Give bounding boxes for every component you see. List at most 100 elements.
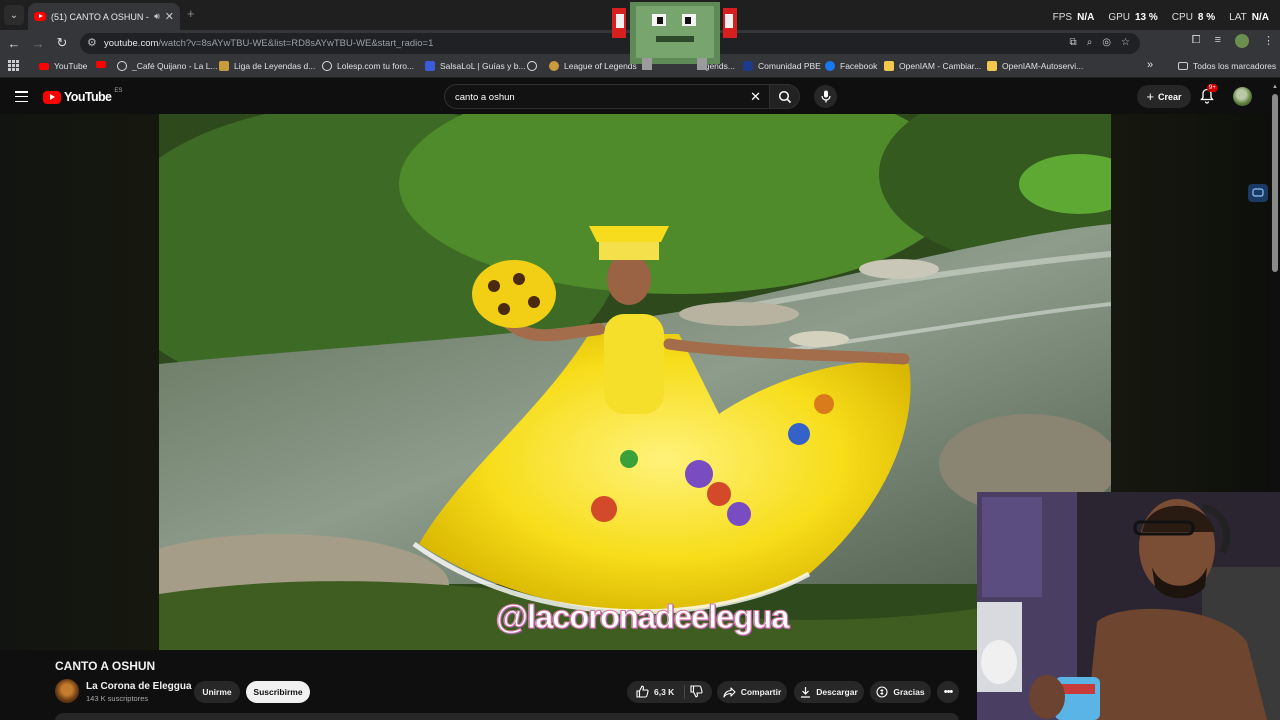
- like-divider: [684, 685, 685, 699]
- search-input[interactable]: canto a oshun ✕: [444, 84, 770, 109]
- address-bar[interactable]: ⚙︎ youtube.com/watch?v=8sAYwTBU-WE&list=…: [80, 33, 1140, 54]
- super-thanks-icon: [876, 686, 888, 698]
- notifications-button[interactable]: 9+: [1200, 84, 1218, 104]
- thumbs-up-icon: [636, 685, 649, 698]
- youtube-wordmark: YouTube: [64, 90, 112, 104]
- performance-overlay: FPS N/A GPU 13 % CPU 8 % LAT N/A: [1053, 12, 1269, 23]
- chat-bubble-icon: [1252, 188, 1264, 197]
- video-player[interactable]: @lacoronadeelegua: [159, 114, 1111, 650]
- create-button[interactable]: + Crear: [1137, 85, 1191, 108]
- thanks-button[interactable]: Gracias: [870, 681, 931, 703]
- search-button[interactable]: [770, 84, 800, 109]
- reload-icon[interactable]: ↻: [53, 34, 71, 52]
- clear-search-icon[interactable]: ✕: [750, 89, 761, 105]
- forward-arrow-icon[interactable]: →: [29, 34, 47, 52]
- subscribe-button[interactable]: Suscribirme: [246, 681, 310, 703]
- bookmark-lolesp[interactable]: Lolesp.com tu foro...: [322, 61, 414, 71]
- openiam-icon: [884, 61, 894, 71]
- channel-name[interactable]: La Corona de Eleggua: [86, 681, 192, 692]
- bookmark-globe[interactable]: [527, 61, 537, 71]
- tab-title: (51) CANTO A OSHUN - YouTube: [51, 11, 149, 22]
- openiam-icon: [987, 61, 997, 71]
- pbe-icon: [743, 61, 753, 71]
- youtube-logo[interactable]: YouTube ES: [43, 88, 123, 104]
- translate-extension-icon[interactable]: [1248, 184, 1268, 202]
- share-button[interactable]: Compartir: [717, 681, 787, 703]
- download-button[interactable]: Descargar: [794, 681, 864, 703]
- video-frame: [159, 114, 1111, 650]
- youtube-icon: [96, 61, 106, 68]
- chrome-menu-icon[interactable]: ⋮: [1263, 34, 1274, 48]
- tab-search-button[interactable]: ⌄: [4, 5, 24, 25]
- more-actions-button[interactable]: •••: [937, 681, 959, 703]
- bookmark-openiam-cambiar[interactable]: OpenIAM - Cambiar...: [884, 61, 981, 71]
- thanks-label: Gracias: [893, 687, 925, 697]
- menu-icon[interactable]: [15, 91, 28, 102]
- folder-icon: [1178, 62, 1188, 70]
- scroll-up-icon[interactable]: ▲: [1272, 84, 1278, 90]
- perf-fps: FPS N/A: [1052, 12, 1095, 23]
- perf-lat: LAT N/A: [1229, 12, 1269, 23]
- like-button[interactable]: 6,3 K: [636, 685, 674, 698]
- apps-grid-icon[interactable]: [8, 60, 19, 71]
- profile-icon[interactable]: [1235, 34, 1249, 48]
- share-icon: [723, 686, 736, 698]
- open-in-app-icon[interactable]: ⧉: [1070, 37, 1077, 48]
- bookmark-youtube[interactable]: YouTube: [39, 61, 87, 71]
- video-title: CANTO A OSHUN: [55, 659, 156, 673]
- lol-icon: [549, 61, 559, 71]
- pixel-mascot-overlay: [612, 2, 737, 70]
- youtube-favicon-icon: [34, 12, 46, 21]
- voice-search-button[interactable]: [814, 85, 837, 108]
- microphone-icon: [820, 90, 831, 103]
- zoom-icon[interactable]: ⌕: [1087, 37, 1093, 48]
- download-label: Descargar: [816, 687, 858, 697]
- bookmark-star-icon[interactable]: ☆: [1121, 37, 1130, 48]
- search-query[interactable]: canto a oshun: [455, 92, 515, 103]
- account-avatar[interactable]: [1233, 87, 1252, 106]
- speaker-icon[interactable]: 🔊︎: [154, 11, 160, 22]
- all-bookmarks-folder[interactable]: Todos los marcadores: [1178, 61, 1276, 71]
- browser-tab-active[interactable]: (51) CANTO A OSHUN - YouTube 🔊︎ ✕: [28, 3, 180, 30]
- media-control-icon[interactable]: ≡: [1215, 34, 1221, 48]
- description-box[interactable]: [55, 713, 959, 720]
- perf-gpu: GPU 13 %: [1108, 12, 1158, 23]
- site-info-icon[interactable]: ⚙︎: [87, 36, 97, 49]
- toolbar-extensions: ⧠ ≡ ⋮: [1192, 34, 1274, 48]
- perf-cpu: CPU 8 %: [1171, 12, 1216, 23]
- bookmark-facebook[interactable]: Facebook: [825, 61, 877, 71]
- tab-close-icon[interactable]: ✕: [165, 10, 174, 23]
- bookmark-cafe-quijano[interactable]: _Café Quijano - La L...: [117, 61, 218, 71]
- bookmark-liga-de-leyendas[interactable]: Liga de Leyendas d...: [219, 61, 315, 71]
- globe-icon: [117, 61, 127, 71]
- thumbs-down-icon: [690, 685, 703, 698]
- bookmarks-overflow-button[interactable]: »: [1147, 59, 1153, 71]
- download-icon: [801, 687, 811, 698]
- youtube-logo-icon: [43, 90, 61, 104]
- bookmark-youtube-2[interactable]: [96, 61, 106, 68]
- new-tab-button[interactable]: +: [187, 6, 195, 21]
- like-count: 6,3 K: [654, 686, 675, 697]
- share-label: Compartir: [740, 687, 782, 697]
- globe-icon: [527, 61, 537, 71]
- eye-off-icon[interactable]: ◎: [1102, 37, 1111, 48]
- channel-avatar[interactable]: [55, 679, 79, 703]
- country-code: ES: [114, 88, 123, 94]
- back-arrow-icon[interactable]: ←: [5, 34, 23, 52]
- extensions-icon[interactable]: ⧠: [1192, 34, 1201, 48]
- webcam-overlay: [977, 492, 1280, 720]
- search-icon: [778, 90, 791, 103]
- lol-icon: [219, 61, 229, 71]
- join-button[interactable]: Unirme: [194, 681, 240, 703]
- salsalol-icon: [425, 61, 435, 71]
- scrollbar-thumb[interactable]: [1272, 94, 1278, 272]
- bookmark-comunidad-pbe[interactable]: Comunidad PBE: [743, 61, 821, 71]
- url-text[interactable]: youtube.com/watch?v=8sAYwTBU-WE&list=RD8…: [104, 38, 433, 49]
- video-watermark: @lacoronadeelegua: [495, 598, 790, 636]
- notifications-badge: 9+: [1207, 84, 1218, 92]
- bookmark-salsalol[interactable]: SalsaLoL | Guías y b...: [425, 61, 526, 71]
- dislike-button[interactable]: [690, 685, 703, 703]
- like-dislike-group: 6,3 K: [627, 681, 712, 703]
- bookmark-openiam-autoservicio[interactable]: OpenIAM-Autoservi...: [987, 61, 1083, 71]
- create-label: Crear: [1158, 91, 1182, 102]
